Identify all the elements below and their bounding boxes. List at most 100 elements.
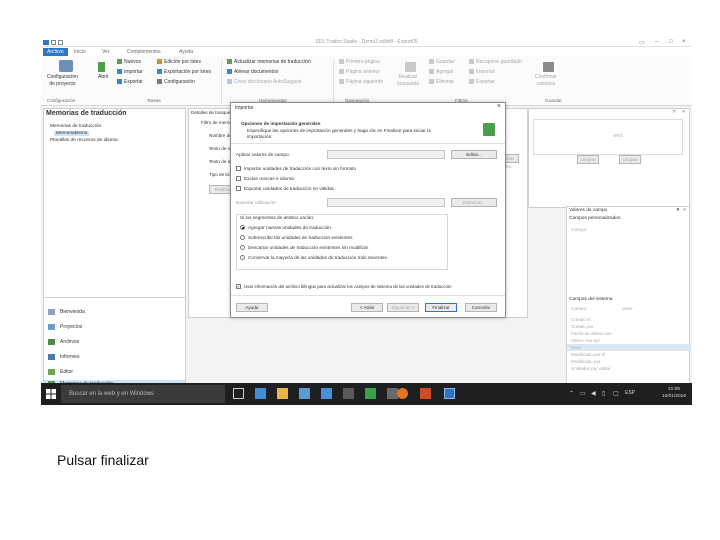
run-search-icon [405, 62, 416, 72]
windows-start-icon[interactable] [46, 389, 56, 399]
save-filter-button[interactable]: Guardar [429, 59, 454, 66]
add-filter-button[interactable]: Agregar [429, 69, 454, 76]
project-settings-button[interactable]: Configuración de proyecto [47, 74, 78, 88]
edit-button[interactable]: Editar... [451, 150, 497, 159]
table-row[interactable]: Unidades por editar [567, 365, 691, 372]
plain-text-checkbox[interactable] [236, 166, 241, 171]
app-red-icon[interactable] [420, 388, 431, 399]
firefox-icon[interactable] [397, 388, 408, 399]
task-view-icon[interactable] [233, 388, 244, 399]
tree-item-templates[interactable]: Plantillas de recursos de idioma [50, 138, 118, 143]
next-button[interactable]: Siguiente > [387, 303, 419, 312]
edge-icon[interactable] [255, 388, 266, 399]
slide-caption: Pulsar finalizar [57, 452, 149, 468]
overwrite-radio[interactable] [240, 235, 245, 240]
pane-menu-icon[interactable]: ? [672, 110, 675, 115]
left-pane: Memorias de traducción Memorias de tradu… [43, 108, 186, 389]
batch-export-button[interactable]: Exportación por lotes [157, 69, 211, 76]
nav-informes[interactable]: Informes [44, 350, 185, 364]
maximize-icon[interactable]: □ [669, 39, 673, 45]
tray-chevron-icon[interactable]: ⌃ [569, 390, 574, 397]
table-row[interactable]: Usos [567, 344, 691, 351]
clear-button-2[interactable]: Limpiar [619, 155, 641, 164]
nav-editor[interactable]: Editor [44, 365, 185, 379]
export-usage-input[interactable] [327, 198, 445, 207]
dialog-close-icon[interactable]: × [497, 103, 501, 110]
file-explorer-icon[interactable] [277, 388, 288, 399]
tab-ayuda[interactable]: Ayuda [175, 48, 197, 56]
trados-taskbar-icon[interactable] [444, 388, 455, 399]
back-button[interactable]: < Atrás [351, 303, 383, 312]
commit-changes-button[interactable]: Confirmar cambios [535, 74, 557, 88]
mail-icon[interactable] [321, 388, 332, 399]
align-documents-button[interactable]: Alinear documentos [227, 69, 278, 76]
language-indicator[interactable]: ESP [625, 390, 635, 396]
first-page-button[interactable]: Primera página [339, 59, 380, 66]
run-search-button[interactable]: Realizar búsqueda [397, 74, 419, 88]
nav-bienvenida[interactable]: Bienvenida [44, 305, 185, 319]
reports-icon [48, 354, 55, 360]
table-row[interactable]: Fecha de último uso [567, 330, 691, 337]
table-row[interactable]: Modificado por el [567, 351, 691, 358]
browse-button[interactable]: Examinar... [451, 198, 497, 207]
delete-filter-button[interactable]: Eliminar [429, 79, 454, 86]
table-row[interactable]: Creado el [567, 316, 691, 323]
tab-inicio[interactable]: Inicio [70, 48, 90, 56]
tab-ver[interactable]: Ver [98, 48, 114, 56]
volume-icon[interactable]: ◀ [591, 390, 596, 397]
batch-edit-button[interactable]: Edición por lotes [157, 59, 201, 66]
import-button[interactable]: Importar [117, 69, 143, 76]
clear-button[interactable]: Limpiar [577, 155, 599, 164]
table-row[interactable]: Modificado por [567, 358, 691, 365]
clock[interactable]: 21:06 15/01/2016 [662, 386, 686, 400]
nav-archivos[interactable]: Archivos [44, 335, 185, 349]
field-values-input[interactable] [327, 150, 445, 159]
keep-recent-radio[interactable] [240, 255, 245, 260]
tree-item-memories[interactable]: Memorias de traducción [50, 124, 101, 129]
discard-radio[interactable] [240, 245, 245, 250]
next-page-button[interactable]: Página siguiente [339, 79, 383, 86]
tab-archivo[interactable]: Archivo [43, 48, 68, 56]
open-button[interactable]: Abrir [98, 74, 109, 81]
store-icon[interactable] [299, 388, 310, 399]
column-header-value: Valor [622, 307, 633, 312]
cancel-button[interactable]: Cancelar [465, 303, 497, 312]
help-icon[interactable]: ▭ [639, 39, 645, 46]
import-filter-button[interactable]: Importar [469, 69, 495, 76]
close-icon[interactable]: × [682, 39, 686, 45]
settings-button[interactable]: Configuración [157, 79, 195, 86]
app-icon[interactable] [343, 388, 354, 399]
align-icon [227, 69, 232, 75]
checkbox-label: Excluir marcas e idioma [244, 176, 294, 181]
update-tm-button[interactable]: Actualizar memorias de traducción [227, 59, 311, 66]
apply-field-values-label: Aplicar valores de campo: [236, 152, 290, 157]
bilingual-info-checkbox[interactable]: ✓ [236, 284, 241, 289]
battery-icon[interactable]: ▯ [602, 390, 605, 397]
minimize-icon[interactable]: – [655, 39, 658, 45]
help-button[interactable]: Ayuda [236, 303, 268, 312]
app-green-icon[interactable] [365, 388, 376, 399]
pane-close-icon[interactable]: × [683, 208, 686, 213]
pane-pin-icon[interactable]: ▾ [677, 208, 679, 213]
autosuggest-button[interactable]: Crear diccionario AutoSuggest [227, 79, 302, 86]
finish-button[interactable]: Finalizar [425, 303, 457, 312]
export-filter-button[interactable]: Exportar [469, 79, 495, 86]
tree-item-memoriademo[interactable]: MemoriaDemo [54, 131, 90, 136]
add-new-radio[interactable] [240, 225, 245, 230]
table-row[interactable]: Creado por [567, 323, 691, 330]
taskbar-search-input[interactable]: Buscar en la web y en Windows [61, 385, 225, 403]
network-icon[interactable]: ▭ [580, 390, 586, 397]
notification-icon[interactable]: ▢ [613, 390, 619, 397]
pane-close-icon[interactable]: × [682, 110, 685, 115]
recover-saved-button[interactable]: Recuperar guardado [469, 59, 522, 66]
nav-proyectos[interactable]: Proyectos [44, 320, 185, 334]
export-invalid-checkbox[interactable] [236, 186, 241, 191]
table-row[interactable]: Último uso por [567, 337, 691, 344]
new-button[interactable]: Nuevos [117, 59, 141, 66]
exclude-tags-checkbox[interactable] [236, 176, 241, 181]
previous-page-button[interactable]: Página anterior [339, 69, 380, 76]
window-title: SDL Trados Studio - Demo2.sdlxliff - Exp… [315, 39, 418, 45]
menu-tabs: Archivo Inicio Ver Complementos Ayuda [41, 47, 692, 56]
export-button[interactable]: Exportar [117, 79, 143, 86]
tab-complementos[interactable]: Complementos [123, 48, 165, 56]
